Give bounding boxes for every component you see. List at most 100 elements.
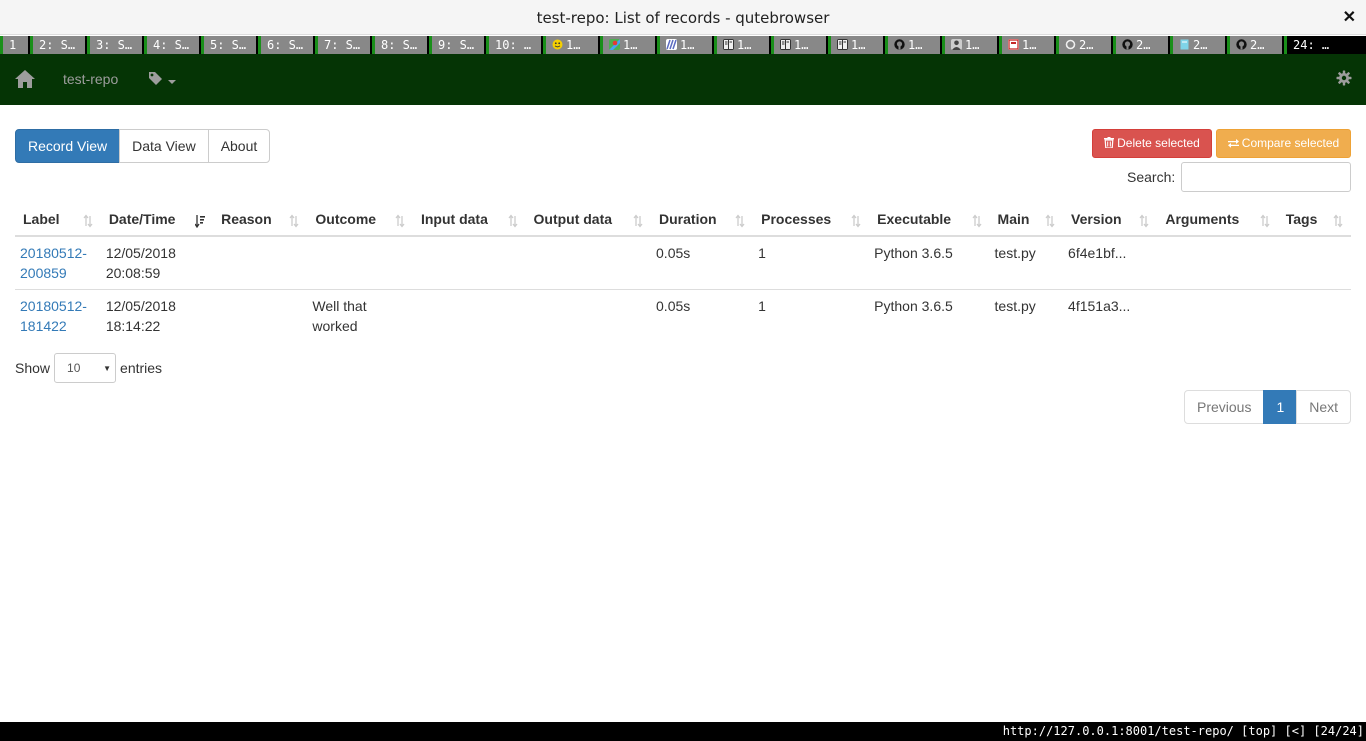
browser-tab[interactable]: 7: S… bbox=[315, 36, 370, 54]
sort-both-icon bbox=[972, 214, 982, 228]
browser-tab[interactable]: 2: S… bbox=[30, 36, 85, 54]
browser-tab[interactable]: 1… bbox=[942, 36, 997, 54]
page-length-select[interactable]: 10 bbox=[54, 353, 117, 383]
book-icon bbox=[837, 38, 851, 52]
sort-both-icon bbox=[735, 214, 745, 228]
table-row[interactable]: 20180512- 200859 12/05/2018 20:08:59 0.05s 1 P… bbox=[15, 236, 1351, 290]
cell-main: test.py bbox=[989, 236, 1064, 290]
tags-dropdown-icon[interactable] bbox=[148, 70, 178, 90]
table-body: 20180512- 200859 12/05/2018 20:08:59 0.05s 1 P… bbox=[15, 236, 1351, 342]
page-icon bbox=[1179, 38, 1193, 52]
cell-version: 6f4e1bf... bbox=[1063, 236, 1158, 290]
browser-tab[interactable]: 1… bbox=[714, 36, 769, 54]
nav-brand-link[interactable]: test-repo bbox=[63, 71, 118, 87]
github-icon bbox=[1122, 38, 1136, 52]
browser-tab[interactable]: 1… bbox=[657, 36, 712, 54]
record-label-line: 20180512- bbox=[20, 245, 87, 261]
browser-tab[interactable]: 1… bbox=[999, 36, 1054, 54]
column-header[interactable]: Processes bbox=[753, 203, 870, 237]
browser-tab[interactable]: 10: … bbox=[486, 36, 541, 54]
user-icon bbox=[951, 38, 965, 52]
column-header[interactable]: Date/Time bbox=[100, 203, 214, 237]
browser-tab[interactable]: 1 bbox=[0, 36, 28, 54]
column-header[interactable]: Version bbox=[1063, 203, 1158, 237]
pagination: Previous 1 Next bbox=[1184, 390, 1352, 424]
record-version: 4f151a3... bbox=[1068, 298, 1131, 314]
record-label-line: 181422 bbox=[20, 318, 67, 334]
browser-tab[interactable]: 24: … bbox=[1284, 36, 1339, 54]
browser-tab[interactable]: 2… bbox=[1113, 36, 1168, 54]
table-row[interactable]: 20180512- 181422 12/05/2018 18:14:22 Well th… bbox=[15, 290, 1351, 343]
cell-outcome: Well that worked bbox=[307, 290, 413, 343]
column-header[interactable]: Reason bbox=[213, 203, 308, 237]
column-header[interactable]: Main bbox=[989, 203, 1064, 237]
browser-tab[interactable]: 1… bbox=[885, 36, 940, 54]
record-main: test.py bbox=[994, 245, 1036, 261]
record-outcome-line: Well that bbox=[312, 298, 367, 314]
about-button[interactable]: About bbox=[207, 129, 271, 163]
browser-tab-label: 1 bbox=[9, 38, 17, 52]
home-icon[interactable] bbox=[14, 69, 36, 89]
browser-tab-label: 9: S… bbox=[438, 38, 475, 52]
view-toggle-group: Record View Data View About bbox=[15, 129, 271, 163]
column-header-label: Input data bbox=[420, 211, 488, 227]
browser-tab[interactable]: 1… bbox=[771, 36, 826, 54]
browser-tab[interactable]: 2… bbox=[1227, 36, 1282, 54]
browser-tab-label: 1… bbox=[1022, 38, 1037, 52]
search-input[interactable] bbox=[1181, 162, 1351, 192]
record-label-link[interactable]: 20180512- 200859 bbox=[20, 245, 87, 281]
browser-tab-label: 2: S… bbox=[39, 38, 76, 52]
column-header[interactable]: Label bbox=[15, 203, 101, 237]
browser-tab[interactable]: 8: S… bbox=[372, 36, 427, 54]
data-view-button[interactable]: Data View bbox=[119, 129, 209, 163]
delete-selected-label: Delete selected bbox=[1117, 136, 1200, 150]
column-header[interactable]: Output data bbox=[525, 203, 652, 237]
compare-selected-button[interactable]: Compare selected bbox=[1216, 129, 1351, 158]
record-view-button[interactable]: Record View bbox=[15, 129, 121, 163]
gear-icon[interactable] bbox=[1336, 70, 1352, 86]
delete-selected-button[interactable]: Delete selected bbox=[1092, 129, 1212, 158]
browser-tab-label: 2… bbox=[1193, 38, 1208, 52]
browser-tab[interactable]: 9: S… bbox=[429, 36, 484, 54]
page-length-select-wrap: 10 ▼ bbox=[50, 353, 120, 383]
next-page-button[interactable]: Next bbox=[1296, 390, 1352, 424]
status-history: [<] bbox=[1284, 724, 1307, 738]
browser-tab[interactable]: 1… bbox=[600, 36, 655, 54]
sort-both-icon bbox=[395, 214, 405, 228]
browser-tab[interactable]: 1… bbox=[543, 36, 598, 54]
browser-tab-label: 24: … bbox=[1293, 38, 1330, 52]
browser-tab[interactable]: 2… bbox=[1170, 36, 1225, 54]
cell-output-data bbox=[525, 236, 652, 290]
cell-input-data bbox=[413, 290, 526, 343]
page-1-button[interactable]: 1 bbox=[1263, 390, 1298, 424]
browser-tab[interactable]: 5: S… bbox=[201, 36, 256, 54]
flag-icon bbox=[1008, 38, 1022, 52]
browser-tab-label: 4: S… bbox=[153, 38, 190, 52]
browser-tab-label: 1… bbox=[851, 38, 866, 52]
browser-tab-label: 5: S… bbox=[210, 38, 247, 52]
browser-tab-label: 2… bbox=[1250, 38, 1265, 52]
browser-tab[interactable]: 6: S… bbox=[258, 36, 313, 54]
record-label-link[interactable]: 20180512- 181422 bbox=[20, 298, 87, 334]
column-header[interactable]: Duration bbox=[651, 203, 754, 237]
column-header[interactable]: Executable bbox=[869, 203, 990, 237]
window-title: test-repo: List of records - qutebrowser bbox=[536, 9, 830, 27]
browser-tab-label: 2… bbox=[1136, 38, 1151, 52]
browser-tab[interactable]: 1… bbox=[828, 36, 883, 54]
book-icon bbox=[723, 38, 737, 52]
cell-outcome bbox=[307, 236, 413, 290]
close-icon[interactable]: ✕ bbox=[1343, 7, 1356, 27]
column-header-label: Duration bbox=[659, 211, 717, 227]
column-header[interactable]: Tags bbox=[1277, 203, 1351, 237]
browser-tab-label: 6: S… bbox=[267, 38, 304, 52]
column-header[interactable]: Arguments bbox=[1157, 203, 1278, 237]
search-label: Search: bbox=[1127, 169, 1176, 185]
browser-tab[interactable]: 2… bbox=[1056, 36, 1111, 54]
previous-page-button[interactable]: Previous bbox=[1184, 390, 1265, 424]
compare-selected-label: Compare selected bbox=[1241, 136, 1340, 150]
column-header[interactable]: Outcome bbox=[307, 203, 413, 237]
browser-tab[interactable]: 3: S… bbox=[87, 36, 142, 54]
browser-tab[interactable]: 4: S… bbox=[144, 36, 199, 54]
column-header-label: Reason bbox=[221, 211, 272, 227]
column-header[interactable]: Input data bbox=[412, 203, 526, 237]
